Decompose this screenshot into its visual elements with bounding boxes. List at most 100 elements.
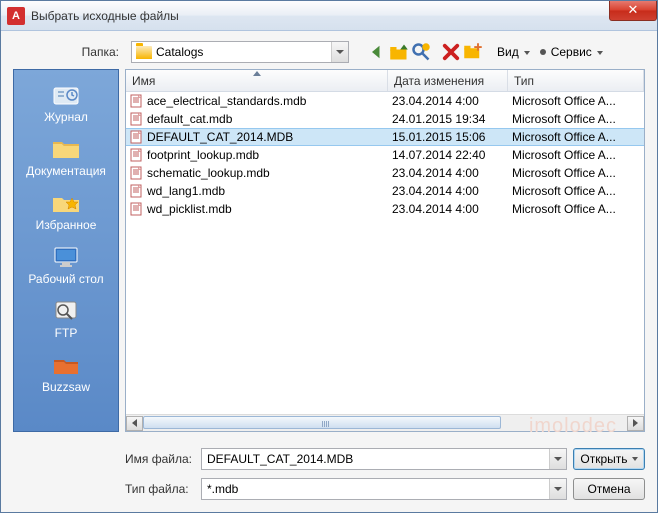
mdb-file-icon <box>130 184 144 198</box>
sidebar-item-ftp[interactable]: FTP <box>14 294 118 344</box>
file-row[interactable]: footprint_lookup.mdb14.07.2014 22:40Micr… <box>126 146 644 164</box>
folder-icon <box>136 46 152 59</box>
file-type: Microsoft Office A... <box>508 130 644 144</box>
file-type: Microsoft Office A... <box>508 166 644 180</box>
places-sidebar: Журнал Документация Избранное Рабочий ст… <box>13 69 119 432</box>
file-type: Microsoft Office A... <box>508 202 644 216</box>
bullet-icon <box>540 49 546 55</box>
view-menu[interactable]: Вид <box>493 43 534 61</box>
column-header-date[interactable]: Дата изменения <box>388 70 508 91</box>
filetype-label: Тип файла: <box>125 482 195 496</box>
history-icon <box>50 82 82 108</box>
sidebar-item-label: Документация <box>26 164 106 178</box>
mdb-file-icon <box>130 148 144 162</box>
mdb-file-icon <box>130 166 144 180</box>
back-button[interactable] <box>367 42 387 62</box>
folder-name: Catalogs <box>156 45 203 59</box>
sort-ascending-icon <box>253 71 261 76</box>
ftp-icon <box>50 298 82 324</box>
chevron-down-icon <box>632 457 638 461</box>
sidebar-item-favorites[interactable]: Избранное <box>14 186 118 236</box>
chevron-down-icon[interactable] <box>331 42 348 62</box>
window-title: Выбрать исходные файлы <box>31 9 179 23</box>
folder-icon <box>50 136 82 162</box>
buzzsaw-icon <box>50 352 82 378</box>
chevron-down-icon <box>595 45 603 59</box>
view-label: Вид <box>497 45 519 59</box>
close-button[interactable]: ✕ <box>609 1 657 21</box>
body-row: Журнал Документация Избранное Рабочий ст… <box>13 69 645 432</box>
scroll-right-button[interactable] <box>627 416 644 431</box>
file-name: wd_lang1.mdb <box>147 184 225 198</box>
filetype-value: *.mdb <box>207 482 238 496</box>
mdb-file-icon <box>130 112 144 126</box>
file-row[interactable]: wd_picklist.mdb23.04.2014 4:00Microsoft … <box>126 200 644 218</box>
sidebar-item-label: Рабочий стол <box>28 272 103 286</box>
scroll-track[interactable] <box>143 416 627 431</box>
toolbar: Вид Сервис <box>367 42 607 62</box>
new-folder-button[interactable] <box>463 42 483 62</box>
mdb-file-icon <box>130 130 144 144</box>
file-type: Microsoft Office A... <box>508 112 644 126</box>
bottom-panel: imolodec Имя файла: DEFAULT_CAT_2014.MDB… <box>125 448 645 500</box>
filename-value: DEFAULT_CAT_2014.MDB <box>207 452 353 466</box>
sidebar-item-buzzsaw[interactable]: Buzzsaw <box>14 348 118 398</box>
delete-button[interactable] <box>441 42 461 62</box>
titlebar: A Выбрать исходные файлы ✕ <box>1 1 657 31</box>
filename-row: Имя файла: DEFAULT_CAT_2014.MDB Открыть <box>125 448 645 470</box>
file-date: 23.04.2014 4:00 <box>388 202 508 216</box>
cancel-button[interactable]: Отмена <box>573 478 645 500</box>
file-date: 23.04.2014 4:00 <box>388 94 508 108</box>
filetype-select[interactable]: *.mdb <box>201 478 567 500</box>
tools-label: Сервис <box>551 45 592 59</box>
column-header-name[interactable]: Имя <box>126 70 388 91</box>
scroll-left-button[interactable] <box>126 416 143 431</box>
search-button[interactable] <box>411 42 431 62</box>
file-type: Microsoft Office A... <box>508 148 644 162</box>
sidebar-item-documents[interactable]: Документация <box>14 132 118 182</box>
mdb-file-icon <box>130 94 144 108</box>
sidebar-item-desktop[interactable]: Рабочий стол <box>14 240 118 290</box>
filetype-row: Тип файла: *.mdb Отмена <box>125 478 645 500</box>
sidebar-item-label: Избранное <box>36 218 97 232</box>
sidebar-item-label: FTP <box>55 326 78 340</box>
scroll-thumb[interactable] <box>143 416 501 429</box>
file-row[interactable]: wd_lang1.mdb23.04.2014 4:00Microsoft Off… <box>126 182 644 200</box>
file-list-panel: Имя Дата изменения Тип ace_electrical_st… <box>125 69 645 432</box>
file-name: ace_electrical_standards.mdb <box>147 94 306 108</box>
app-logo-icon: A <box>7 7 25 25</box>
folder-label: Папка: <box>75 45 125 59</box>
file-name: default_cat.mdb <box>147 112 232 126</box>
file-row[interactable]: schematic_lookup.mdb 23.04.2014 4:00Micro… <box>126 164 644 182</box>
favorites-icon <box>50 190 82 216</box>
desktop-icon <box>50 244 82 270</box>
file-row[interactable]: ace_electrical_standards.mdb 23.04.2014 4… <box>126 92 644 110</box>
file-name: DEFAULT_CAT_2014.MDB <box>147 130 293 144</box>
up-folder-button[interactable] <box>389 42 409 62</box>
file-list[interactable]: ace_electrical_standards.mdb 23.04.2014 4… <box>126 92 644 414</box>
column-header-type[interactable]: Тип <box>508 70 644 91</box>
file-date: 15.01.2015 15:06 <box>388 130 508 144</box>
chevron-down-icon[interactable] <box>549 449 566 469</box>
file-name: schematic_lookup.mdb <box>147 166 270 180</box>
chevron-down-icon[interactable] <box>549 479 566 499</box>
chevron-down-icon <box>522 45 530 59</box>
filename-input[interactable]: DEFAULT_CAT_2014.MDB <box>201 448 567 470</box>
file-date: 23.04.2014 4:00 <box>388 184 508 198</box>
file-row[interactable]: DEFAULT_CAT_2014.MDB 15.01.2015 15:06Micr… <box>126 128 644 146</box>
file-dialog: A Выбрать исходные файлы ✕ Папка: Catalo… <box>0 0 658 513</box>
folder-select[interactable]: Catalogs <box>131 41 349 63</box>
horizontal-scrollbar[interactable] <box>126 414 644 431</box>
open-button[interactable]: Открыть <box>573 448 645 470</box>
sidebar-item-label: Buzzsaw <box>42 380 90 394</box>
file-type: Microsoft Office A... <box>508 94 644 108</box>
filename-label: Имя файла: <box>125 452 195 466</box>
file-date: 14.07.2014 22:40 <box>388 148 508 162</box>
sidebar-item-label: Журнал <box>44 110 88 124</box>
path-row: Папка: Catalogs <box>13 41 645 63</box>
tools-menu[interactable]: Сервис <box>536 43 607 61</box>
file-row[interactable]: default_cat.mdb24.01.2015 19:34Microsoft… <box>126 110 644 128</box>
file-date: 23.04.2014 4:00 <box>388 166 508 180</box>
sidebar-item-history[interactable]: Журнал <box>14 78 118 128</box>
mdb-file-icon <box>130 202 144 216</box>
